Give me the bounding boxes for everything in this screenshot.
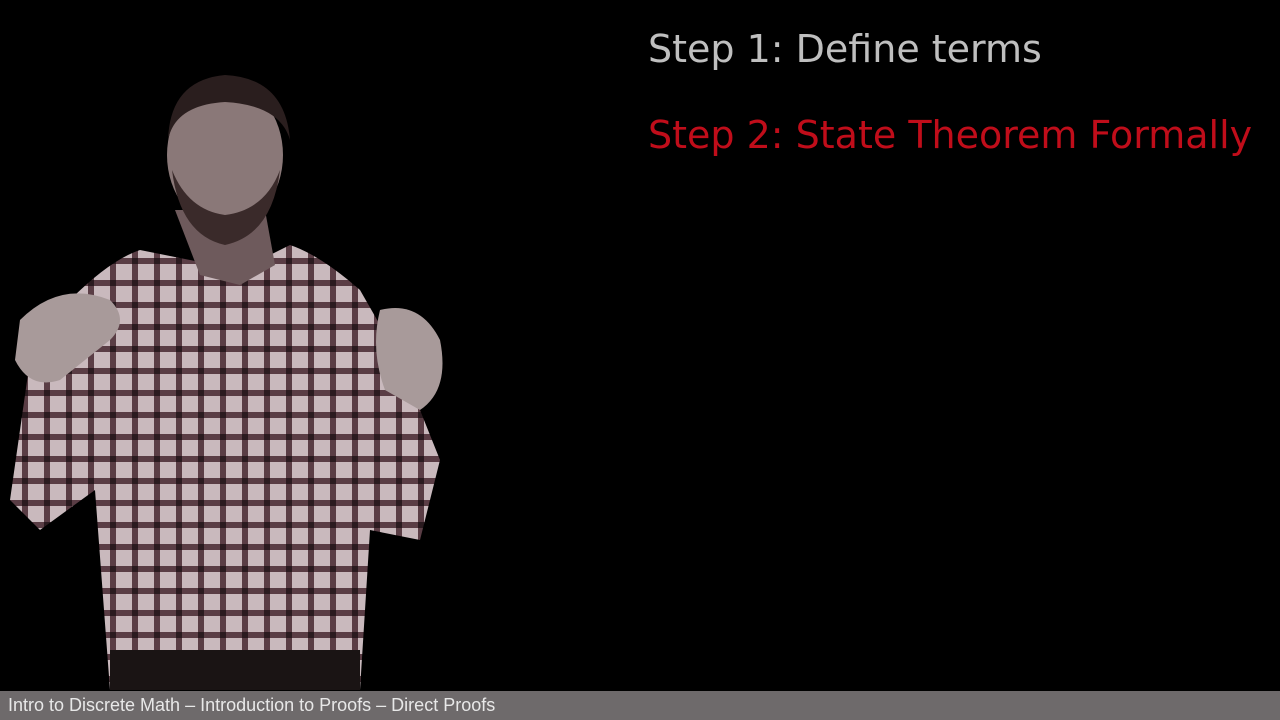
step-2-text: Step 2: State Theorem Formally [648,113,1253,157]
presenter-image [0,60,470,690]
video-frame: Step 1: Define terms Step 2: State Theor… [0,0,1280,720]
footer-bar: Intro to Discrete Math – Introduction to… [0,691,1280,720]
step-1-text: Step 1: Define terms [648,27,1042,71]
footer-title: Intro to Discrete Math – Introduction to… [8,695,496,715]
